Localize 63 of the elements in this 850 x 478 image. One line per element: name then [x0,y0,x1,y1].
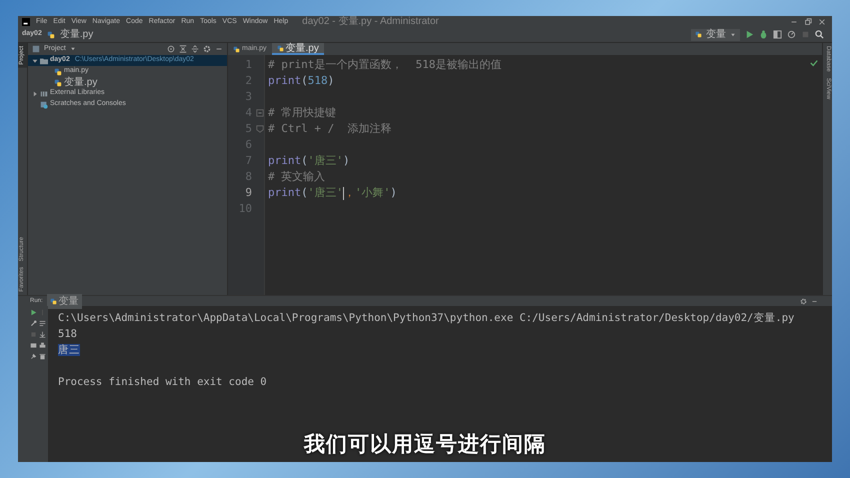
python-file-icon [233,46,240,52]
code-token: ， [344,185,355,201]
restore-icon[interactable] [804,18,812,26]
wrench-icon[interactable] [30,320,37,327]
python-file-icon [695,31,702,38]
code-token: print [268,153,302,169]
run-tab[interactable]: 变量 [46,294,82,308]
line-number: 9 [245,186,252,199]
code-token: print [268,73,302,89]
subtitle: 我们可以用逗号进行间隔 [304,432,546,456]
scratches-icon [40,100,48,108]
caret-icon [70,46,76,52]
code-token: # 英文输入 [268,169,326,185]
code-token: ) [343,153,350,169]
python-file-icon [276,44,284,52]
run-configuration-dropdown[interactable]: 变量 [691,28,740,40]
code-token: ) [328,73,334,89]
settings-icon[interactable] [203,45,211,53]
check-icon [810,59,818,67]
code-token: ( [301,185,308,201]
code-token: # Ctrl + / 添加注释 [268,121,392,137]
settings-icon[interactable] [800,298,807,304]
code-token: # print是一个内置函数， 518是被输出的值 [268,57,502,73]
code-token: # 常用快捷键 [268,105,336,121]
tree-item[interactable]: 变量.py [28,77,227,88]
print-icon[interactable] [39,342,46,349]
expand-all-icon[interactable] [191,45,199,53]
soft-wrap-icon[interactable] [39,320,46,327]
code-token: '唐三' [308,185,343,201]
search-icon[interactable] [815,30,824,39]
collapsed-arrow-icon[interactable] [32,90,38,96]
breadcrumb[interactable]: 变量.py [60,27,94,42]
app-icon [22,18,30,26]
code-token: 518 [308,73,328,89]
caret-icon [730,32,736,38]
run-icon[interactable] [745,30,754,39]
locate-icon[interactable] [167,45,175,53]
coverage-icon[interactable] [773,30,782,39]
pin-icon[interactable] [30,353,37,360]
console-line: C:\Users\Administrator\AppData\Local\Programs\Python\Python37\python.exe C:/Users/Administrator/Desktop/day02/变量.py [58,312,794,324]
bug-icon[interactable] [759,30,768,39]
collapse-all-icon[interactable] [179,45,187,53]
code-token: print [268,185,302,201]
python-file-icon [50,298,57,304]
expanded-arrow-icon[interactable] [32,58,38,64]
library-icon [40,90,48,98]
console-line: Process finished with exit code 0 [58,376,267,388]
trash-icon[interactable] [39,353,46,360]
code-token: '唐三' [308,153,343,169]
scroll-to-end-icon[interactable] [39,331,46,338]
layout-icon[interactable] [30,342,37,349]
profiler-icon[interactable] [787,30,796,39]
python-file-icon [46,30,55,38]
code-token: ) [390,185,397,201]
close-icon[interactable] [818,18,826,26]
window-title: day02 - 变量.py - Administrator [302,16,439,27]
run-icon[interactable] [30,309,37,316]
console-line: 518 [58,328,77,340]
code-token: '小舞' [355,185,390,201]
code-token: ( [301,153,308,169]
code-token: ( [301,73,308,89]
fold-start-icon[interactable] [256,109,264,117]
editor-tab[interactable]: 变量.py [272,43,324,55]
